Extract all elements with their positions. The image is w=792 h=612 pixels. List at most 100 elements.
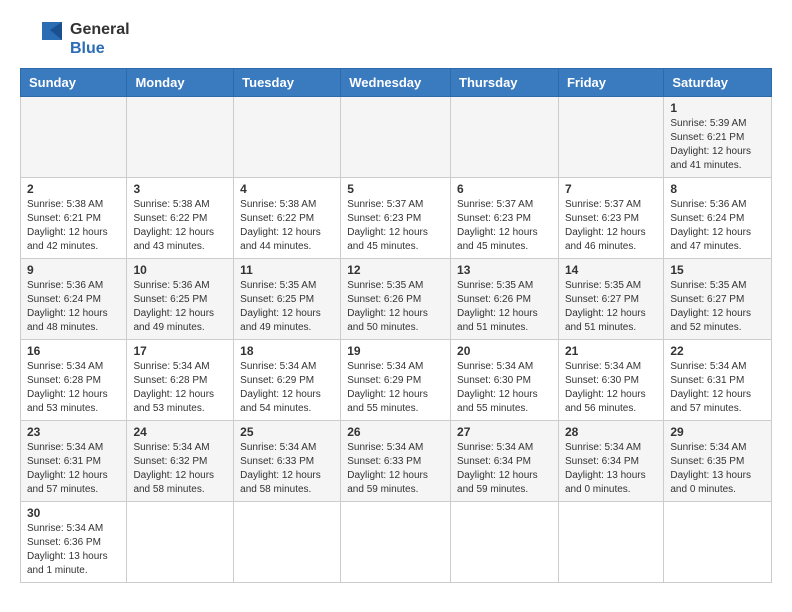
day-number: 24 — [133, 425, 227, 439]
calendar-cell — [127, 502, 234, 583]
day-number: 19 — [347, 344, 444, 358]
day-number: 14 — [565, 263, 657, 277]
weekday-header-row: SundayMondayTuesdayWednesdayThursdayFrid… — [21, 69, 772, 97]
day-info: Sunrise: 5:37 AM Sunset: 6:23 PM Dayligh… — [347, 198, 444, 254]
calendar-cell: 15 Sunrise: 5:35 AM Sunset: 6:27 PM Dayli… — [664, 259, 772, 340]
logo-general: General — [70, 20, 130, 39]
day-info: Sunrise: 5:34 AM Sunset: 6:34 PM Dayligh… — [565, 441, 657, 497]
calendar-cell: 20Sunrise: 5:34 AM Sunset: 6:30 PM Dayli… — [451, 340, 559, 421]
day-number: 23 — [27, 425, 120, 439]
weekday-header-friday: Friday — [558, 69, 663, 97]
day-number: 30 — [27, 506, 120, 520]
page-header: General Blue — [20, 20, 772, 58]
day-number: 5 — [347, 182, 444, 196]
calendar-cell: 14 Sunrise: 5:35 AM Sunset: 6:27 PM Dayli… — [558, 259, 663, 340]
calendar-cell: 21 Sunrise: 5:34 AM Sunset: 6:30 PM Dayli… — [558, 340, 663, 421]
day-info: Sunrise: 5:35 AM Sunset: 6:27 PM Dayligh… — [670, 279, 765, 335]
calendar-cell: 28 Sunrise: 5:34 AM Sunset: 6:34 PM Dayli… — [558, 421, 663, 502]
day-number: 16 — [27, 344, 120, 358]
day-number: 12 — [347, 263, 444, 277]
logo: General Blue — [20, 20, 130, 58]
weekday-header-sunday: Sunday — [21, 69, 127, 97]
day-number: 6 — [457, 182, 552, 196]
day-number: 9 — [27, 263, 120, 277]
calendar-cell — [558, 502, 663, 583]
day-number: 29 — [670, 425, 765, 439]
day-number: 3 — [133, 182, 227, 196]
day-info: Sunrise: 5:35 AM Sunset: 6:26 PM Dayligh… — [457, 279, 552, 335]
calendar-week-row: 16 Sunrise: 5:34 AM Sunset: 6:28 PM Dayli… — [21, 340, 772, 421]
calendar-cell: 9Sunrise: 5:36 AM Sunset: 6:24 PM Daylig… — [21, 259, 127, 340]
calendar-cell — [21, 97, 127, 178]
weekday-header-monday: Monday — [127, 69, 234, 97]
day-info: Sunrise: 5:34 AM Sunset: 6:35 PM Dayligh… — [670, 441, 765, 497]
day-info: Sunrise: 5:34 AM Sunset: 6:30 PM Dayligh… — [565, 360, 657, 416]
calendar-cell: 27Sunrise: 5:34 AM Sunset: 6:34 PM Dayli… — [451, 421, 559, 502]
calendar-cell — [234, 502, 341, 583]
calendar-cell: 3Sunrise: 5:38 AM Sunset: 6:22 PM Daylig… — [127, 178, 234, 259]
calendar-cell: 25 Sunrise: 5:34 AM Sunset: 6:33 PM Dayli… — [234, 421, 341, 502]
day-info: Sunrise: 5:39 AM Sunset: 6:21 PM Dayligh… — [670, 117, 765, 173]
calendar-cell: 7Sunrise: 5:37 AM Sunset: 6:23 PM Daylig… — [558, 178, 663, 259]
calendar-cell: 24Sunrise: 5:34 AM Sunset: 6:32 PM Dayli… — [127, 421, 234, 502]
day-number: 18 — [240, 344, 334, 358]
calendar-cell — [341, 502, 451, 583]
day-info: Sunrise: 5:34 AM Sunset: 6:29 PM Dayligh… — [240, 360, 334, 416]
calendar-cell: 4 Sunrise: 5:38 AM Sunset: 6:22 PM Daylig… — [234, 178, 341, 259]
calendar-cell — [664, 502, 772, 583]
day-number: 26 — [347, 425, 444, 439]
day-info: Sunrise: 5:34 AM Sunset: 6:29 PM Dayligh… — [347, 360, 444, 416]
weekday-header-tuesday: Tuesday — [234, 69, 341, 97]
calendar-week-row: 2 Sunrise: 5:38 AM Sunset: 6:21 PM Daylig… — [21, 178, 772, 259]
day-number: 11 — [240, 263, 334, 277]
calendar-cell: 13Sunrise: 5:35 AM Sunset: 6:26 PM Dayli… — [451, 259, 559, 340]
day-info: Sunrise: 5:34 AM Sunset: 6:28 PM Dayligh… — [27, 360, 120, 416]
day-info: Sunrise: 5:38 AM Sunset: 6:21 PM Dayligh… — [27, 198, 120, 254]
calendar-cell: 23 Sunrise: 5:34 AM Sunset: 6:31 PM Dayli… — [21, 421, 127, 502]
day-number: 8 — [670, 182, 765, 196]
day-info: Sunrise: 5:34 AM Sunset: 6:34 PM Dayligh… — [457, 441, 552, 497]
day-number: 21 — [565, 344, 657, 358]
calendar-cell: 11 Sunrise: 5:35 AM Sunset: 6:25 PM Dayli… — [234, 259, 341, 340]
calendar-cell — [451, 97, 559, 178]
day-number: 25 — [240, 425, 334, 439]
day-info: Sunrise: 5:34 AM Sunset: 6:28 PM Dayligh… — [133, 360, 227, 416]
calendar-cell: 6Sunrise: 5:37 AM Sunset: 6:23 PM Daylig… — [451, 178, 559, 259]
calendar-cell: 5 Sunrise: 5:37 AM Sunset: 6:23 PM Daylig… — [341, 178, 451, 259]
day-info: Sunrise: 5:35 AM Sunset: 6:26 PM Dayligh… — [347, 279, 444, 335]
logo-container: General Blue — [20, 20, 130, 58]
day-info: Sunrise: 5:35 AM Sunset: 6:25 PM Dayligh… — [240, 279, 334, 335]
day-info: Sunrise: 5:34 AM Sunset: 6:36 PM Dayligh… — [27, 522, 120, 578]
calendar-cell: 2 Sunrise: 5:38 AM Sunset: 6:21 PM Daylig… — [21, 178, 127, 259]
day-number: 22 — [670, 344, 765, 358]
day-number: 17 — [133, 344, 227, 358]
calendar-week-row: 23 Sunrise: 5:34 AM Sunset: 6:31 PM Dayli… — [21, 421, 772, 502]
day-number: 4 — [240, 182, 334, 196]
calendar-week-row: 30 Sunrise: 5:34 AM Sunset: 6:36 PM Dayli… — [21, 502, 772, 583]
day-info: Sunrise: 5:34 AM Sunset: 6:33 PM Dayligh… — [347, 441, 444, 497]
calendar-cell — [234, 97, 341, 178]
day-info: Sunrise: 5:34 AM Sunset: 6:31 PM Dayligh… — [27, 441, 120, 497]
day-info: Sunrise: 5:34 AM Sunset: 6:33 PM Dayligh… — [240, 441, 334, 497]
calendar-week-row: 1 Sunrise: 5:39 AM Sunset: 6:21 PM Daylig… — [21, 97, 772, 178]
calendar-cell — [558, 97, 663, 178]
day-number: 28 — [565, 425, 657, 439]
calendar-cell: 16 Sunrise: 5:34 AM Sunset: 6:28 PM Dayli… — [21, 340, 127, 421]
day-number: 1 — [670, 101, 765, 115]
day-info: Sunrise: 5:36 AM Sunset: 6:25 PM Dayligh… — [133, 279, 227, 335]
day-info: Sunrise: 5:34 AM Sunset: 6:31 PM Dayligh… — [670, 360, 765, 416]
day-number: 2 — [27, 182, 120, 196]
calendar-cell: 19 Sunrise: 5:34 AM Sunset: 6:29 PM Dayli… — [341, 340, 451, 421]
calendar-cell: 17 Sunrise: 5:34 AM Sunset: 6:28 PM Dayli… — [127, 340, 234, 421]
weekday-header-saturday: Saturday — [664, 69, 772, 97]
day-number: 15 — [670, 263, 765, 277]
day-number: 10 — [133, 263, 227, 277]
calendar-cell — [451, 502, 559, 583]
calendar-cell: 22 Sunrise: 5:34 AM Sunset: 6:31 PM Dayli… — [664, 340, 772, 421]
day-info: Sunrise: 5:35 AM Sunset: 6:27 PM Dayligh… — [565, 279, 657, 335]
day-info: Sunrise: 5:37 AM Sunset: 6:23 PM Dayligh… — [565, 198, 657, 254]
calendar-cell — [127, 97, 234, 178]
day-number: 20 — [457, 344, 552, 358]
calendar-cell: 18 Sunrise: 5:34 AM Sunset: 6:29 PM Dayli… — [234, 340, 341, 421]
day-info: Sunrise: 5:38 AM Sunset: 6:22 PM Dayligh… — [240, 198, 334, 254]
